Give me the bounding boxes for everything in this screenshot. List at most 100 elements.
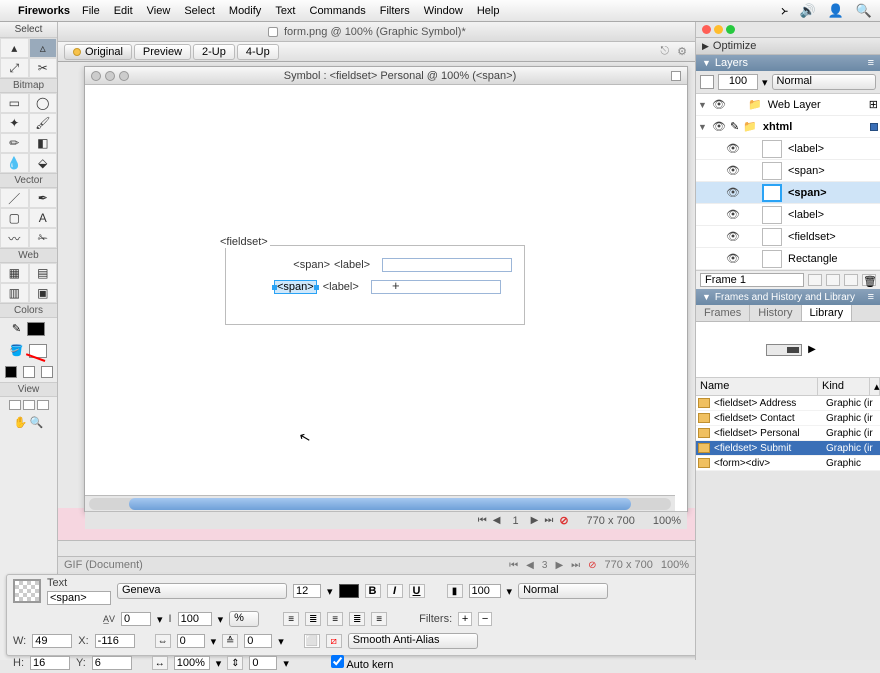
w-input[interactable]	[32, 634, 72, 648]
tab-4up[interactable]: 4-Up	[237, 44, 279, 60]
delete-layer-icon[interactable]: 🗑	[862, 274, 876, 286]
hide-slice-tool[interactable]: ▥	[0, 283, 29, 303]
rect-tool[interactable]: ▢	[0, 208, 29, 228]
brush-tool[interactable]: 🖌	[29, 113, 58, 133]
baseline-input[interactable]	[244, 634, 272, 648]
library-row[interactable]: <fieldset> AddressGraphic (ir	[696, 396, 880, 411]
window-zoom-icon[interactable]	[119, 71, 129, 81]
library-row[interactable]: <form><div>Graphic	[696, 456, 880, 471]
stamp-tool[interactable]: ⬙	[29, 153, 58, 173]
label-tag-2[interactable]: <label>	[323, 281, 371, 293]
view-full[interactable]	[37, 400, 49, 410]
col-name[interactable]: Name	[696, 378, 818, 395]
menu-window[interactable]: Window	[424, 5, 463, 17]
fill-color[interactable]	[29, 344, 47, 358]
symbol-hscrollbar[interactable]	[85, 495, 675, 511]
remove-filter-button[interactable]: −	[478, 612, 492, 626]
menu-modify[interactable]: Modify	[229, 5, 261, 17]
view-normal[interactable]	[9, 400, 21, 410]
label-tag-1[interactable]: <label>	[334, 259, 382, 271]
layer-row-xhtml[interactable]: ▼👁✎📁xhtml	[696, 116, 880, 138]
italic-button[interactable]: I	[387, 584, 403, 598]
opacity-input[interactable]	[469, 584, 501, 598]
first-page-icon[interactable]: ⏮	[478, 515, 487, 526]
tab-2up[interactable]: 2-Up	[193, 44, 235, 60]
stroke-none-icon[interactable]: ⬜	[304, 634, 320, 648]
layers-new-icon[interactable]	[700, 75, 714, 89]
tab-preview[interactable]: Preview	[134, 44, 191, 60]
export-icon[interactable]: ⎋	[660, 45, 669, 58]
autokern-checkbox[interactable]: Auto kern	[331, 655, 394, 671]
menu-help[interactable]: Help	[477, 5, 500, 17]
bold-button[interactable]: B	[365, 584, 381, 598]
panel-zoom-icon[interactable]	[726, 25, 735, 34]
layer-row[interactable]: 👁<label>	[696, 138, 880, 160]
pen-tool[interactable]: ✒	[29, 188, 58, 208]
menu-text[interactable]: Text	[275, 5, 295, 17]
last-page-icon[interactable]: ⏭	[544, 515, 553, 526]
new-sublayer-icon[interactable]	[826, 274, 840, 286]
blend-select[interactable]: Normal	[518, 583, 608, 599]
vspace-stepper[interactable]: ▾	[283, 657, 289, 670]
hscale-icon[interactable]: ↔	[152, 656, 168, 670]
x-input[interactable]	[95, 634, 135, 648]
kerning-input[interactable]	[121, 612, 151, 626]
align-justify-button[interactable]: ≣	[349, 612, 365, 626]
bucket-icon[interactable]: 🪣	[10, 344, 24, 358]
eyedropper-icon[interactable]: ✎	[12, 322, 21, 336]
stop-icon[interactable]: ⊘	[559, 514, 568, 527]
opacity-stepper[interactable]: ▾	[507, 585, 513, 598]
text-tool[interactable]: A	[29, 208, 58, 228]
library-row[interactable]: <fieldset> PersonalGraphic (ir	[696, 426, 880, 441]
no-color[interactable]	[41, 366, 53, 378]
window-toggle-icon[interactable]	[671, 71, 681, 81]
symbol-canvas[interactable]: <fieldset> <span> <label> <span> <label>…	[85, 85, 687, 491]
align-stretch-button[interactable]: ≡	[371, 612, 387, 626]
lasso-tool[interactable]: ◯	[29, 93, 58, 113]
share-icon[interactable]: ⊞	[869, 98, 878, 111]
swap-colors[interactable]	[23, 366, 35, 378]
tab-history[interactable]: History	[750, 305, 801, 321]
panel-min-icon[interactable]	[714, 25, 723, 34]
user-icon[interactable]: 👤	[828, 3, 844, 19]
library-row-selected[interactable]: <fieldset> SubmitGraphic (ir	[696, 441, 880, 456]
window-close-icon[interactable]	[91, 71, 101, 81]
layers-opacity[interactable]: 100	[718, 74, 758, 90]
canvas-zoom[interactable]: 100%	[653, 515, 681, 527]
new-bitmap-icon[interactable]	[808, 274, 822, 286]
y-input[interactable]	[92, 656, 132, 670]
opacity-icon[interactable]: ▮	[447, 584, 463, 598]
font-size-input[interactable]	[293, 584, 321, 598]
col-kind[interactable]: Kind	[818, 378, 870, 395]
align-center-button[interactable]: ≣	[305, 612, 321, 626]
menu-view[interactable]: View	[147, 5, 171, 17]
fieldset-box[interactable]: <fieldset> <span> <label> <span> <label>	[225, 245, 525, 325]
app-name[interactable]: Fireworks	[18, 5, 70, 17]
optimize-panel-header[interactable]: ▶Optimize	[696, 37, 880, 55]
pencil-tool[interactable]: ✏	[0, 133, 29, 153]
scroll-thumb[interactable]	[129, 498, 631, 510]
stroke-red-icon[interactable]: ⧄	[326, 634, 342, 648]
input-box-1[interactable]	[382, 258, 512, 272]
span-label-2-selected[interactable]: <span>	[274, 280, 317, 294]
menu-commands[interactable]: Commands	[310, 5, 366, 17]
subselect-tool[interactable]: ▵	[29, 38, 58, 58]
align-left-button[interactable]: ≡	[283, 612, 299, 626]
panel-menu-icon[interactable]: ≡	[868, 291, 874, 303]
doc-prev-page-icon[interactable]: ◀	[526, 560, 534, 571]
document-hscrollbar[interactable]	[58, 540, 695, 556]
layer-row[interactable]: 👁<fieldset>	[696, 226, 880, 248]
doc-close-icon[interactable]	[268, 27, 278, 37]
next-page-icon[interactable]: ▶	[531, 515, 539, 526]
eraser-tool[interactable]: ◧	[29, 133, 58, 153]
knife-tool[interactable]: ✁	[29, 228, 58, 248]
align-right-button[interactable]: ≡	[327, 612, 343, 626]
library-row[interactable]: <fieldset> ContactGraphic (ir	[696, 411, 880, 426]
settings-icon[interactable]: ⚙	[677, 45, 687, 58]
show-slice-tool[interactable]: ▣	[29, 283, 58, 303]
baseline-icon[interactable]: ≙	[222, 634, 238, 648]
view-fullmenu[interactable]	[23, 400, 35, 410]
zoom-tool[interactable]: 🔍	[30, 416, 44, 429]
doc-zoom[interactable]: 100%	[661, 559, 689, 571]
layer-row[interactable]: 👁Rectangle	[696, 248, 880, 270]
